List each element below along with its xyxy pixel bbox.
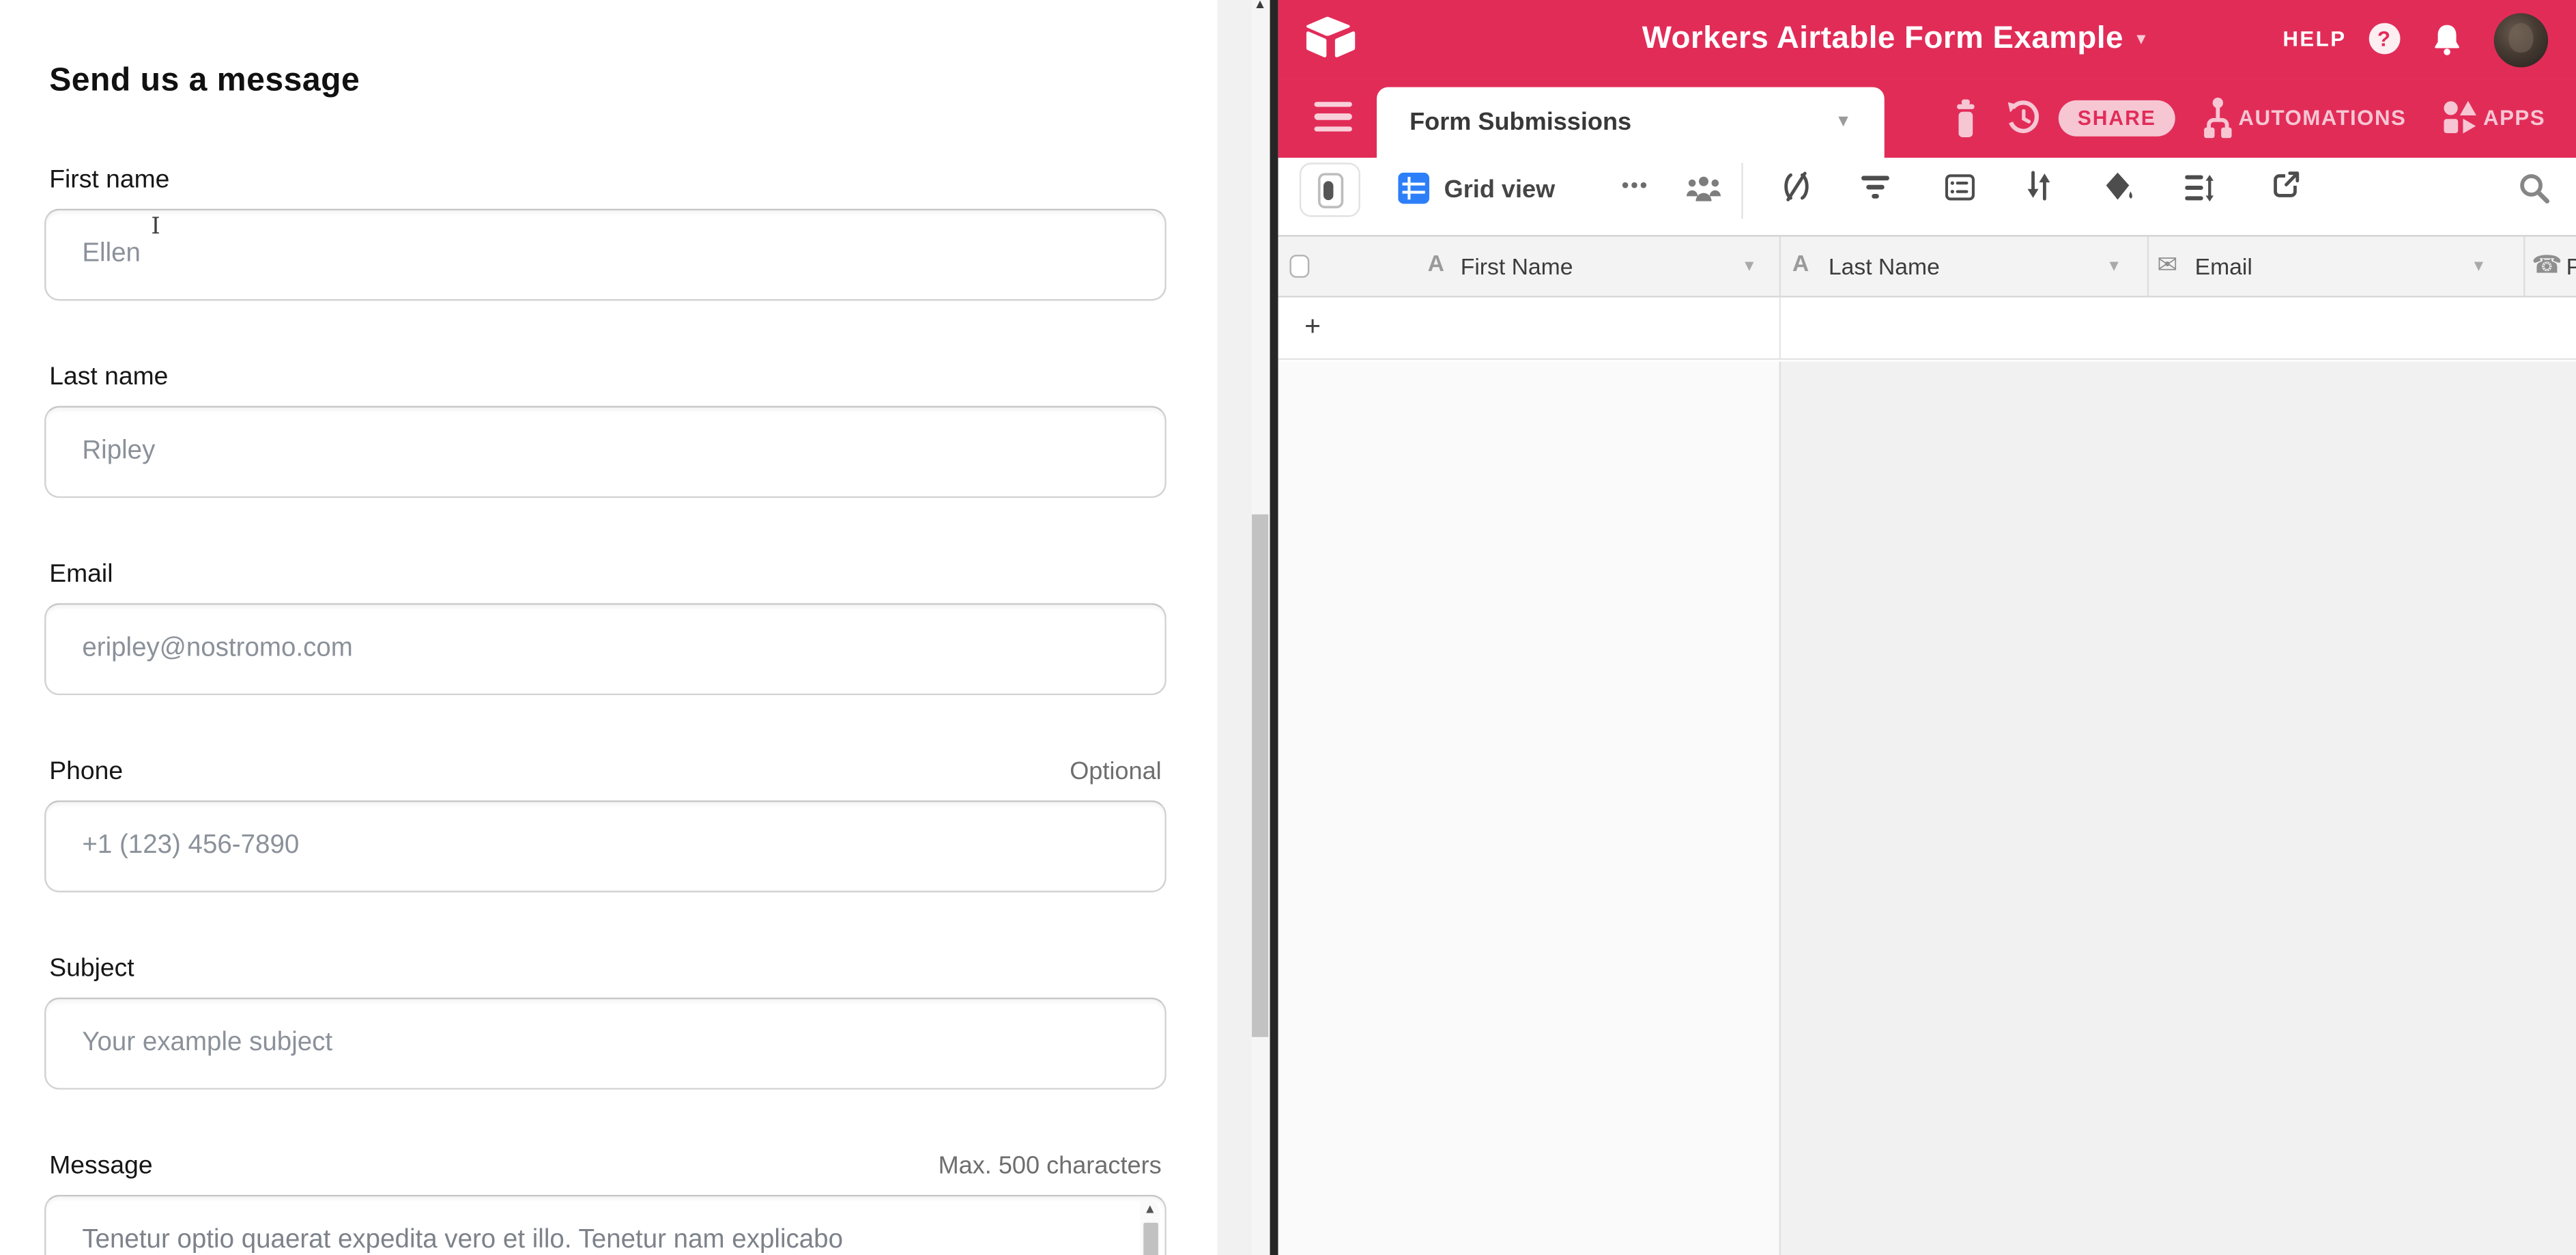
add-record-plus-icon[interactable]: +: [1304, 311, 1321, 344]
history-icon[interactable]: [2006, 100, 2041, 136]
email-label: Email: [49, 557, 113, 593]
grid-empty-area: [1277, 361, 2576, 1255]
table-tab-form-submissions[interactable]: Form Submissions ▾: [1377, 87, 1885, 158]
trash-icon[interactable]: [1954, 98, 1978, 138]
airtable-pane: Workers Airtable Form Example ▾ HELP ? F…: [1277, 0, 2576, 1255]
text-field-type-icon: A: [1428, 251, 1444, 277]
share-view-icon[interactable]: [2272, 171, 2300, 199]
textarea-scrollbar[interactable]: ▲: [1140, 1200, 1160, 1255]
page-gutter: [1218, 0, 1251, 1255]
collaborators-icon[interactable]: [1685, 174, 1721, 202]
automations-button[interactable]: AUTOMATIONS: [2238, 105, 2406, 130]
email-input[interactable]: eripley@nostromo.com: [44, 603, 1167, 695]
text-cursor-icon: I: [151, 214, 160, 240]
phone-field: Phone Optional +1 (123) 456-7890: [44, 755, 1167, 892]
email-field: Email eripley@nostromo.com: [44, 557, 1167, 695]
table-tab-caret-icon[interactable]: ▾: [1838, 108, 1848, 131]
help-question-icon[interactable]: ?: [2369, 23, 2400, 55]
message-field: Message Max. 500 characters Tenetur opti…: [44, 1148, 1167, 1254]
automations-icon[interactable]: [2203, 97, 2233, 140]
email-placeholder: eripley@nostromo.com: [82, 634, 353, 664]
first-name-label: First name: [49, 163, 169, 199]
toolbar-divider: [1741, 163, 1743, 218]
column-caret-icon[interactable]: ▾: [2109, 255, 2118, 277]
filter-icon[interactable]: [1861, 176, 1889, 199]
column-header-email[interactable]: ✉ Email ▾: [2147, 237, 2523, 296]
airtable-tabbar: Form Submissions ▾ SHARE: [1277, 79, 2576, 158]
phone-field-type-icon: ☎: [2532, 251, 2562, 280]
contact-form-pane: Send us a message First name Ellen Last …: [0, 0, 1218, 1255]
browser-scrollbar[interactable]: ▲: [1251, 0, 1269, 1255]
last-name-placeholder: Ripley: [82, 437, 155, 466]
scrollbar-thumb[interactable]: [1252, 514, 1268, 1037]
grid-header-row: A First Name ▾ A Last Name ▾ ✉ Email ▾ ☎…: [1277, 236, 2576, 298]
share-button[interactable]: SHARE: [2059, 100, 2175, 136]
first-name-input[interactable]: Ellen: [44, 209, 1167, 301]
message-label: Message: [49, 1148, 152, 1185]
view-sidebar-toggle-button[interactable]: [1300, 163, 1360, 216]
phone-label: Phone: [49, 755, 123, 791]
color-icon[interactable]: [2104, 171, 2134, 202]
base-title[interactable]: Workers Airtable Form Example: [1642, 21, 2123, 57]
column-header-phone[interactable]: ☎ Phone: [2523, 237, 2576, 296]
sort-icon[interactable]: [2026, 171, 2052, 200]
airtable-topbar: Workers Airtable Form Example ▾ HELP ?: [1277, 0, 2576, 79]
phone-placeholder: +1 (123) 456-7890: [82, 832, 299, 861]
phone-optional-note: Optional: [1070, 755, 1161, 791]
last-name-field: Last name Ripley: [44, 360, 1167, 498]
message-text: Tenetur optio quaerat expedita vero et i…: [82, 1226, 843, 1254]
view-toolbar: Grid view •••: [1277, 158, 2576, 236]
apps-icon[interactable]: [2443, 100, 2478, 135]
scroll-up-arrow-icon[interactable]: ▲: [1140, 1200, 1160, 1219]
column-caret-icon[interactable]: ▾: [1745, 255, 1754, 277]
screen: Send us a message First name Ellen Last …: [0, 0, 2576, 1255]
subject-placeholder: Your example subject: [82, 1029, 332, 1058]
user-avatar[interactable]: [2493, 12, 2547, 66]
apps-button[interactable]: APPS: [2483, 105, 2545, 130]
airtable-logo-icon[interactable]: [1304, 15, 1357, 61]
subject-input[interactable]: Your example subject: [44, 998, 1167, 1090]
text-field-type-icon: A: [1792, 251, 1809, 277]
scrollbar-up-arrow-icon[interactable]: ▲: [1251, 0, 1269, 12]
textarea-scroll-thumb[interactable]: [1143, 1223, 1158, 1255]
view-name[interactable]: Grid view: [1444, 176, 1556, 204]
add-record-row[interactable]: +: [1277, 298, 2576, 361]
email-field-type-icon: ✉: [2157, 251, 2177, 280]
grid-view-icon[interactable]: [1398, 172, 1429, 203]
group-icon[interactable]: [1945, 173, 1975, 200]
first-name-field: First name Ellen: [44, 163, 1167, 300]
subject-field: Subject Your example subject: [44, 952, 1167, 1090]
subject-label: Subject: [49, 952, 134, 988]
message-textarea[interactable]: Tenetur optio quaerat expedita vero et i…: [44, 1195, 1167, 1255]
column-header-first-name[interactable]: A First Name ▾: [1277, 237, 1779, 296]
column-header-last-name[interactable]: A Last Name ▾: [1779, 237, 2147, 296]
view-options-ellipsis-icon[interactable]: •••: [1622, 173, 1649, 197]
notifications-bell-icon[interactable]: [2431, 23, 2462, 56]
base-title-caret-icon[interactable]: ▾: [2136, 29, 2145, 50]
message-max-note: Max. 500 characters: [939, 1148, 1162, 1185]
page-title: Send us a message: [49, 57, 1167, 103]
help-button[interactable]: HELP: [2282, 27, 2346, 51]
phone-input[interactable]: +1 (123) 456-7890: [44, 800, 1167, 892]
last-name-input[interactable]: Ripley: [44, 406, 1167, 498]
window-divider: [1269, 0, 1277, 1255]
first-name-placeholder: Ellen: [82, 240, 141, 269]
hide-fields-icon[interactable]: [1782, 171, 1810, 202]
search-icon[interactable]: [2519, 173, 2550, 204]
last-name-label: Last name: [49, 360, 168, 396]
menu-hamburger-icon[interactable]: [1315, 102, 1352, 138]
row-height-icon[interactable]: [2185, 174, 2214, 202]
column-caret-icon[interactable]: ▾: [2474, 255, 2483, 277]
